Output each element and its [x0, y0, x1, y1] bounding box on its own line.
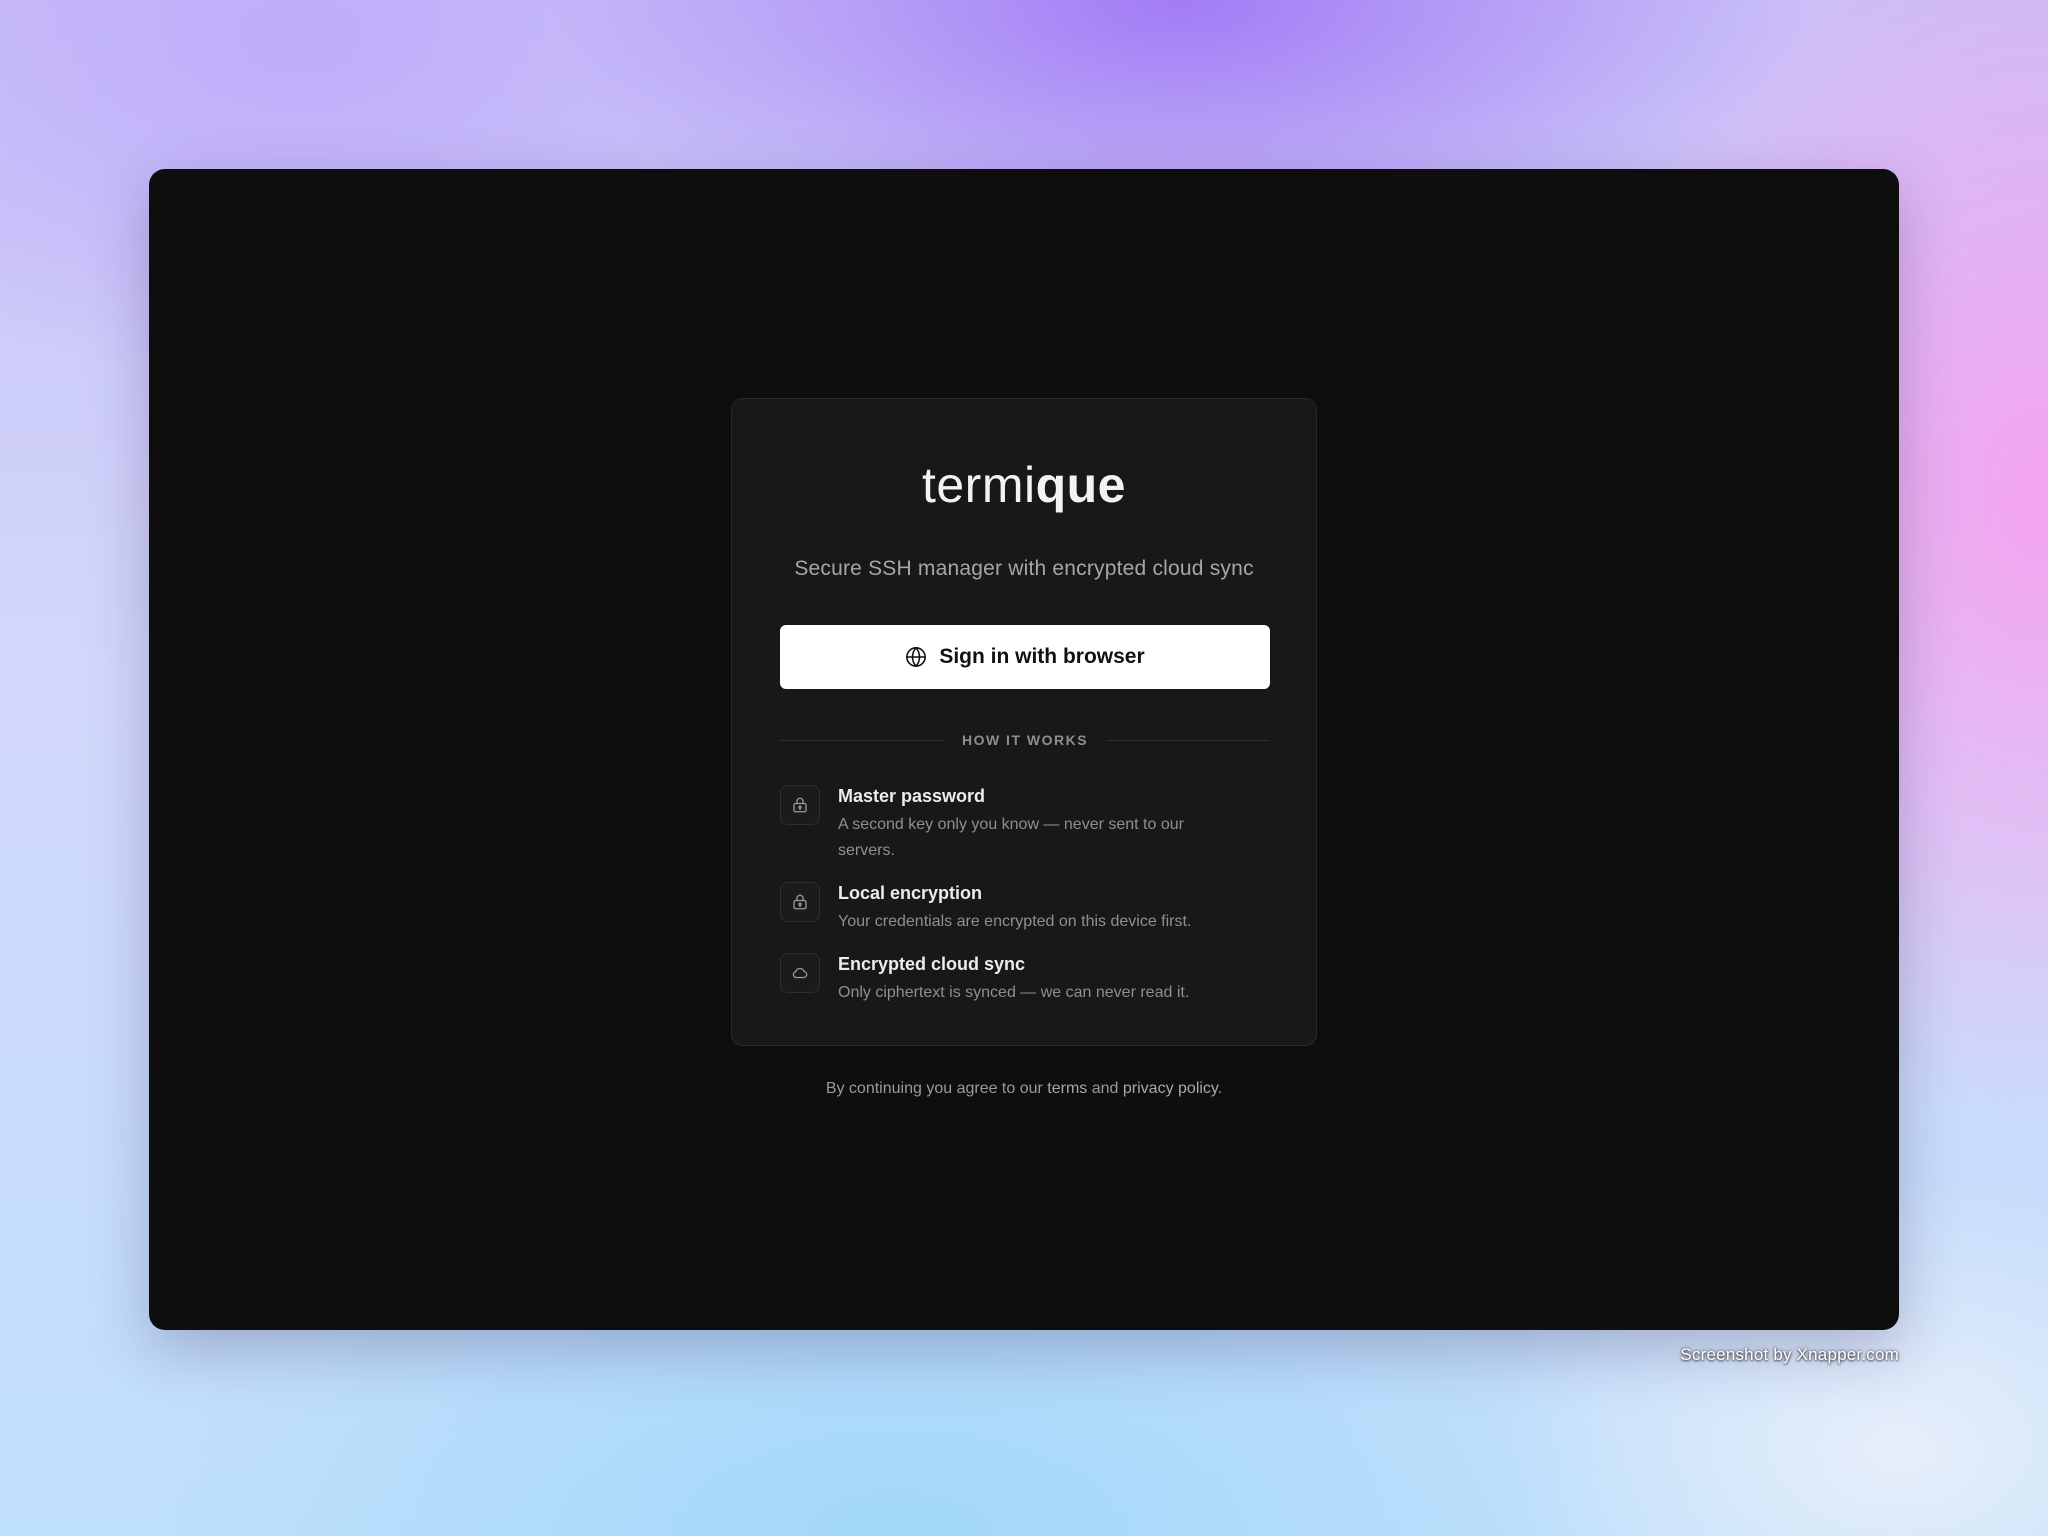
sign-in-with-browser-button[interactable]: Sign in with browser: [780, 625, 1270, 689]
logo-light-part: termi: [921, 457, 1036, 513]
terms-notice: By continuing you agree to our terms and…: [149, 1080, 1899, 1098]
divider-line-right: [1106, 739, 1271, 741]
cloud-icon: [780, 953, 820, 993]
screenshot-watermark: Screenshot by Xnapper.com: [1680, 1345, 1899, 1364]
how-it-works-heading: HOW IT WORKS: [961, 732, 1089, 748]
lock-icon: [780, 785, 820, 825]
privacy-policy-link[interactable]: privacy policy: [1123, 1080, 1218, 1097]
app-window: termique Secure SSH manager with encrypt…: [149, 169, 1899, 1330]
terms-notice-and: and: [1087, 1080, 1123, 1097]
terms-notice-suffix: .: [1217, 1080, 1223, 1097]
terms-link[interactable]: terms: [1047, 1080, 1087, 1097]
globe-icon: [905, 646, 927, 668]
logo-bold-part: que: [1035, 457, 1126, 513]
lock-icon: [780, 882, 820, 922]
terms-notice-prefix: By continuing you agree to our: [825, 1080, 1048, 1097]
app-logo: termique: [732, 455, 1316, 515]
login-card: termique Secure SSH manager with encrypt…: [731, 398, 1317, 1046]
feature-title: Master password: [838, 786, 986, 806]
feature-title: Local encryption: [838, 883, 983, 903]
app-tagline: Secure SSH manager with encrypted cloud …: [794, 557, 1254, 580]
how-it-works-divider: HOW IT WORKS: [780, 730, 1271, 750]
feature-description: Only ciphertext is synced — we can never…: [838, 984, 1190, 1001]
sign-in-button-label: Sign in with browser: [939, 645, 1145, 668]
divider-line-left: [780, 739, 944, 741]
feature-title: Encrypted cloud sync: [838, 954, 1026, 974]
feature-description: Your credentials are encrypted on this d…: [838, 913, 1192, 930]
feature-description: A second key only you know — never sent …: [838, 816, 1184, 859]
